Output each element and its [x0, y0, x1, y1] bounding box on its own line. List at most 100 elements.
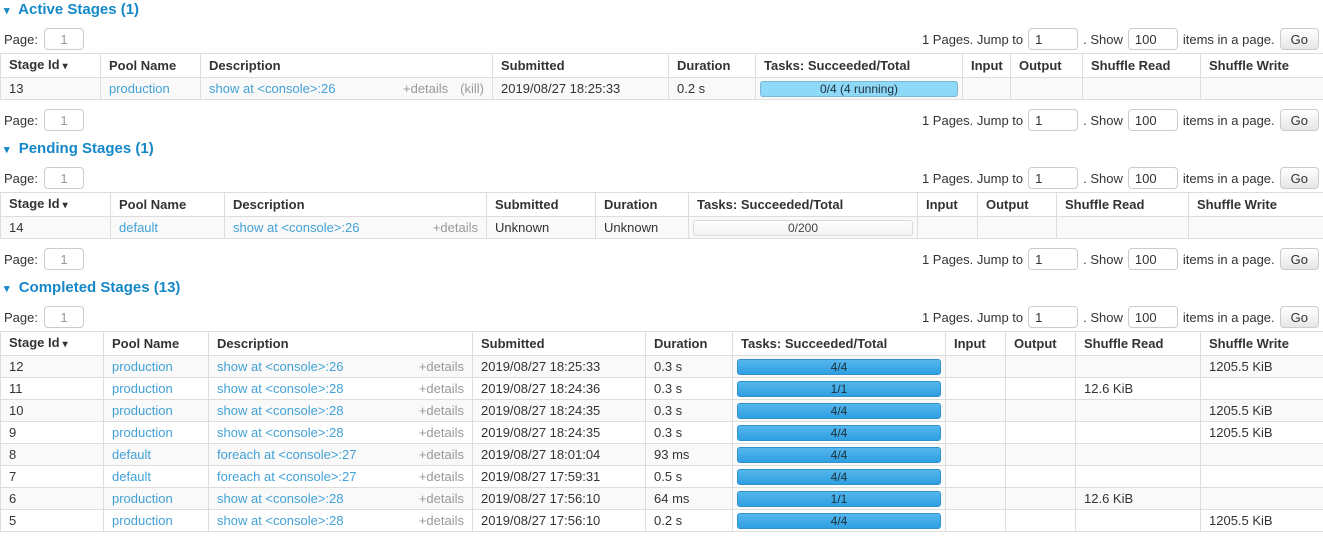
- pool-name-link[interactable]: default: [112, 447, 151, 462]
- column-header-shuffle-write[interactable]: Shuffle Write: [1201, 332, 1323, 356]
- column-header-input[interactable]: Input: [918, 193, 978, 217]
- pool-name-link[interactable]: production: [112, 403, 173, 418]
- pool-name-link[interactable]: production: [112, 513, 173, 528]
- kill-stage-link[interactable]: (kill): [460, 81, 484, 96]
- column-header-pool-name[interactable]: Pool Name: [111, 193, 225, 217]
- section-title-active-stages: Active Stages (1): [18, 1, 139, 18]
- column-header-shuffle-read[interactable]: Shuffle Read: [1083, 54, 1201, 78]
- pool-name-link[interactable]: production: [112, 425, 173, 440]
- column-header-shuffle-read[interactable]: Shuffle Read: [1076, 332, 1201, 356]
- column-header-shuffle-read[interactable]: Shuffle Read: [1057, 193, 1189, 217]
- column-header-submitted[interactable]: Submitted: [473, 332, 646, 356]
- section-header-completed-stages[interactable]: ▾ Completed Stages (13): [4, 280, 1323, 297]
- show-items-input[interactable]: [1128, 109, 1178, 131]
- section-header-pending-stages[interactable]: ▾ Pending Stages (1): [4, 141, 1323, 158]
- shuffle-read-cell: [1076, 356, 1201, 378]
- go-button[interactable]: Go: [1280, 109, 1319, 131]
- description-link[interactable]: show at <console>:26: [217, 359, 343, 374]
- column-header-tasks[interactable]: Tasks: Succeeded/Total: [756, 54, 963, 78]
- page-input[interactable]: [44, 167, 84, 189]
- jump-to-input[interactable]: [1028, 109, 1078, 131]
- column-header-description[interactable]: Description: [209, 332, 473, 356]
- description-link[interactable]: show at <console>:28: [217, 403, 343, 418]
- description-link[interactable]: show at <console>:28: [217, 425, 343, 440]
- column-header-stage-id[interactable]: Stage Id▾: [1, 54, 101, 78]
- description-link[interactable]: foreach at <console>:27: [217, 469, 357, 484]
- stage-id-cell: 12: [1, 356, 104, 378]
- pool-name-link[interactable]: production: [112, 491, 173, 506]
- column-header-duration[interactable]: Duration: [596, 193, 689, 217]
- show-items-input[interactable]: [1128, 28, 1178, 50]
- page-label: Page:: [4, 310, 38, 325]
- description-link[interactable]: show at <console>:26: [233, 220, 359, 235]
- column-header-stage-id[interactable]: Stage Id▾: [1, 332, 104, 356]
- column-header-shuffle-write[interactable]: Shuffle Write: [1201, 54, 1323, 78]
- output-cell: [1006, 356, 1076, 378]
- show-items-input[interactable]: [1128, 306, 1178, 328]
- column-header-input[interactable]: Input: [946, 332, 1006, 356]
- details-toggle-link[interactable]: +details: [419, 425, 464, 440]
- jump-to-input[interactable]: [1028, 306, 1078, 328]
- column-header-submitted[interactable]: Submitted: [487, 193, 596, 217]
- page-input[interactable]: [44, 109, 84, 131]
- column-header-pool-name[interactable]: Pool Name: [104, 332, 209, 356]
- details-toggle-link[interactable]: +details: [433, 220, 478, 235]
- duration-cell: 0.3 s: [646, 400, 733, 422]
- go-button[interactable]: Go: [1280, 306, 1319, 328]
- pool-name-link[interactable]: production: [112, 381, 173, 396]
- details-toggle-link[interactable]: +details: [403, 81, 448, 96]
- column-label: Submitted: [481, 336, 545, 351]
- column-header-description[interactable]: Description: [201, 54, 493, 78]
- description-link[interactable]: show at <console>:28: [217, 513, 343, 528]
- output-cell: [1006, 466, 1076, 488]
- description-link[interactable]: show at <console>:28: [217, 491, 343, 506]
- column-header-input[interactable]: Input: [963, 54, 1011, 78]
- details-toggle-link[interactable]: +details: [419, 403, 464, 418]
- column-header-submitted[interactable]: Submitted: [493, 54, 669, 78]
- pagination-left: Page:: [2, 167, 84, 189]
- page-input[interactable]: [44, 248, 84, 270]
- pool-name-link[interactable]: production: [112, 359, 173, 374]
- go-button[interactable]: Go: [1280, 248, 1319, 270]
- show-items-input[interactable]: [1128, 167, 1178, 189]
- description-link[interactable]: show at <console>:28: [217, 381, 343, 396]
- details-toggle-link[interactable]: +details: [419, 359, 464, 374]
- pool-name-cell: production: [104, 400, 209, 422]
- pool-name-link[interactable]: production: [109, 81, 170, 96]
- table-row: 5productionshow at <console>:28+details2…: [1, 510, 1323, 532]
- pool-name-cell: production: [101, 78, 201, 100]
- stages-table-pending: Stage Id▾Pool NameDescriptionSubmittedDu…: [0, 192, 1323, 239]
- go-button[interactable]: Go: [1280, 167, 1319, 189]
- go-button[interactable]: Go: [1280, 28, 1319, 50]
- column-header-tasks[interactable]: Tasks: Succeeded/Total: [733, 332, 946, 356]
- column-header-output[interactable]: Output: [1011, 54, 1083, 78]
- pool-name-link[interactable]: default: [119, 220, 158, 235]
- description-link[interactable]: show at <console>:26: [209, 81, 335, 96]
- column-header-pool-name[interactable]: Pool Name: [101, 54, 201, 78]
- details-toggle-link[interactable]: +details: [419, 381, 464, 396]
- column-header-duration[interactable]: Duration: [669, 54, 756, 78]
- column-header-stage-id[interactable]: Stage Id▾: [1, 193, 111, 217]
- page-input[interactable]: [44, 306, 84, 328]
- details-toggle-link[interactable]: +details: [419, 469, 464, 484]
- section-header-active-stages[interactable]: ▾ Active Stages (1): [4, 2, 1323, 19]
- details-toggle-link[interactable]: +details: [419, 513, 464, 528]
- column-header-duration[interactable]: Duration: [646, 332, 733, 356]
- pool-name-link[interactable]: default: [112, 469, 151, 484]
- description-link[interactable]: foreach at <console>:27: [217, 447, 357, 462]
- column-header-description[interactable]: Description: [225, 193, 487, 217]
- tasks-progress-label: 4/4: [738, 514, 940, 529]
- table-row: 8defaultforeach at <console>:27+details2…: [1, 444, 1323, 466]
- jump-to-input[interactable]: [1028, 28, 1078, 50]
- details-toggle-link[interactable]: +details: [419, 447, 464, 462]
- column-header-output[interactable]: Output: [1006, 332, 1076, 356]
- jump-to-input[interactable]: [1028, 248, 1078, 270]
- page-input[interactable]: [44, 28, 84, 50]
- column-header-tasks[interactable]: Tasks: Succeeded/Total: [689, 193, 918, 217]
- column-header-output[interactable]: Output: [978, 193, 1057, 217]
- details-toggle-link[interactable]: +details: [419, 491, 464, 506]
- show-items-input[interactable]: [1128, 248, 1178, 270]
- column-header-shuffle-write[interactable]: Shuffle Write: [1189, 193, 1323, 217]
- jump-to-input[interactable]: [1028, 167, 1078, 189]
- input-cell: [946, 356, 1006, 378]
